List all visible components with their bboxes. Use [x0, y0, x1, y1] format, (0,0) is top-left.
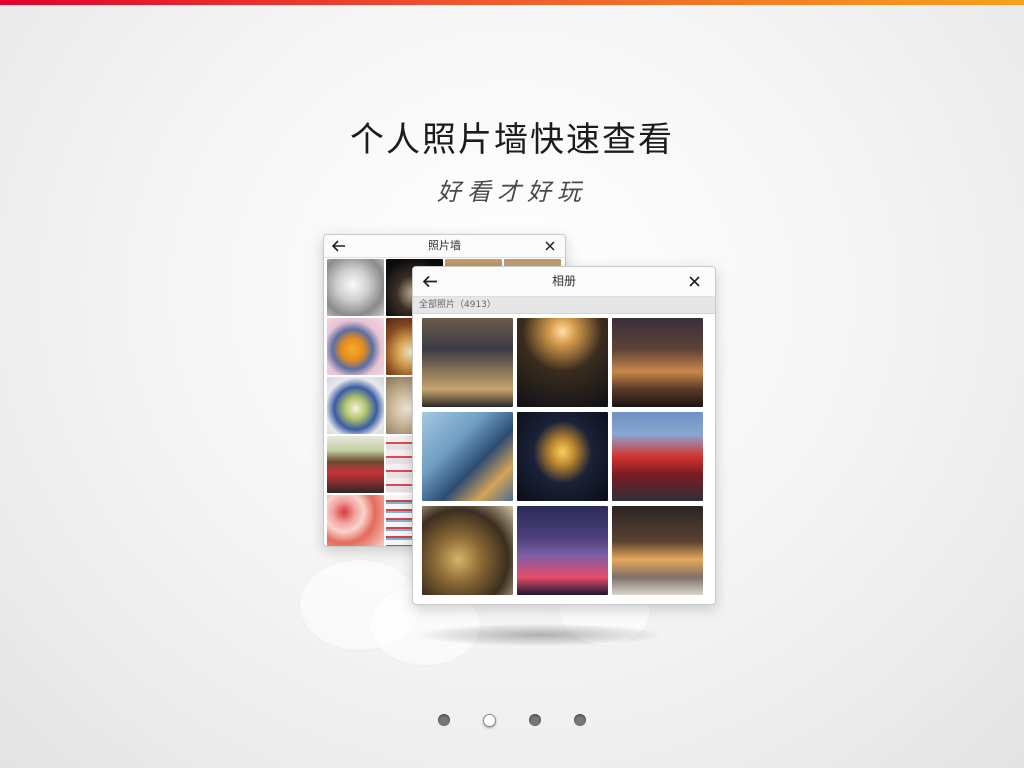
- photo-thumbnail[interactable]: [517, 412, 608, 501]
- photo-thumbnail[interactable]: [517, 318, 608, 407]
- close-icon[interactable]: [685, 272, 703, 290]
- photo-wall-titlebar: 照片墙: [324, 235, 565, 258]
- page-dot[interactable]: [438, 714, 450, 726]
- page-dot-active[interactable]: [483, 714, 496, 727]
- page-dot[interactable]: [574, 714, 586, 726]
- album-count-label: 全部照片（4913）: [413, 297, 715, 314]
- photo-thumbnail[interactable]: [327, 377, 384, 434]
- page-tagline: 好看才好玩: [437, 178, 587, 206]
- photo-wall-title: 照片墙: [428, 239, 461, 252]
- photo-thumbnail[interactable]: [327, 259, 384, 316]
- page-title: 个人照片墙快速查看: [350, 120, 674, 160]
- photo-thumbnail[interactable]: [612, 412, 703, 501]
- album-window: 相册 全部照片（4913）: [412, 266, 716, 605]
- album-title: 相册: [551, 274, 576, 288]
- photo-thumbnail[interactable]: [327, 495, 384, 546]
- photo-thumbnail[interactable]: [612, 506, 703, 595]
- photo-thumbnail[interactable]: [327, 318, 384, 375]
- top-accent-bar: [0, 0, 1024, 5]
- photo-thumbnail[interactable]: [422, 318, 513, 407]
- window-shadow: [420, 624, 660, 646]
- photo-thumbnail[interactable]: [517, 506, 608, 595]
- close-icon[interactable]: [541, 237, 559, 255]
- photo-thumbnail[interactable]: [422, 506, 513, 595]
- photo-thumbnail[interactable]: [612, 318, 703, 407]
- album-photo-grid: [422, 318, 703, 595]
- photo-thumbnail[interactable]: [422, 412, 513, 501]
- album-titlebar: 相册: [413, 267, 715, 297]
- page-dot[interactable]: [529, 714, 541, 726]
- photo-thumbnail[interactable]: [327, 436, 384, 493]
- page-indicator: [0, 714, 1024, 728]
